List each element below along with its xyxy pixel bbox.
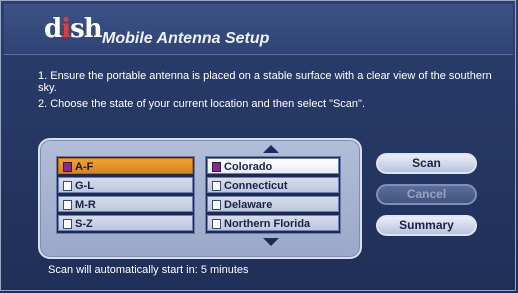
range-item-s-z[interactable]: S-Z — [58, 215, 193, 231]
state-label: Delaware — [224, 199, 273, 211]
logo-prefix: d — [44, 14, 62, 44]
checkbox-icon — [63, 162, 72, 172]
state-label: Connecticut — [224, 180, 288, 192]
cancel-button[interactable]: Cancel — [376, 184, 477, 205]
dish-logo: dish — [44, 14, 103, 44]
range-list: A-F G-L M-R S-Z — [56, 156, 195, 234]
state-label: Northern Florida — [224, 218, 311, 230]
range-label: M-R — [75, 199, 96, 211]
checkbox-icon — [63, 200, 72, 210]
summary-button[interactable]: Summary — [376, 215, 477, 236]
state-item-northern-florida[interactable]: Northern Florida — [207, 215, 339, 231]
instruction-2: 2. Choose the state of your current loca… — [38, 98, 366, 110]
scan-countdown-text: Scan will automatically start in: 5 minu… — [48, 264, 249, 276]
logo-accent: i — [61, 14, 71, 44]
checkbox-icon — [63, 181, 72, 191]
scan-button[interactable]: Scan — [376, 153, 477, 174]
instruction-1: 1. Ensure the portable antenna is placed… — [38, 70, 492, 94]
checkbox-icon — [212, 200, 221, 210]
page-title: Mobile Antenna Setup — [102, 30, 270, 47]
checkbox-icon — [212, 181, 221, 191]
checkbox-icon — [212, 162, 221, 172]
scroll-up-icon[interactable] — [263, 145, 279, 153]
scroll-down-icon[interactable] — [263, 238, 279, 246]
range-item-a-f[interactable]: A-F — [58, 158, 193, 174]
checkbox-icon — [212, 219, 221, 229]
state-item-connecticut[interactable]: Connecticut — [207, 177, 339, 193]
range-item-m-r[interactable]: M-R — [58, 196, 193, 212]
state-item-delaware[interactable]: Delaware — [207, 196, 339, 212]
range-label: A-F — [75, 161, 94, 173]
state-item-colorado[interactable]: Colorado — [207, 158, 339, 174]
state-label: Colorado — [224, 161, 273, 173]
logo-suffix: sh — [70, 14, 103, 44]
range-item-g-l[interactable]: G-L — [58, 177, 193, 193]
range-label: S-Z — [75, 218, 93, 230]
range-label: G-L — [75, 180, 94, 192]
checkbox-icon — [63, 219, 72, 229]
header-bar: dish Mobile Antenna Setup — [4, 4, 513, 55]
state-list: Colorado Connecticut Delaware Northern F… — [205, 156, 341, 234]
